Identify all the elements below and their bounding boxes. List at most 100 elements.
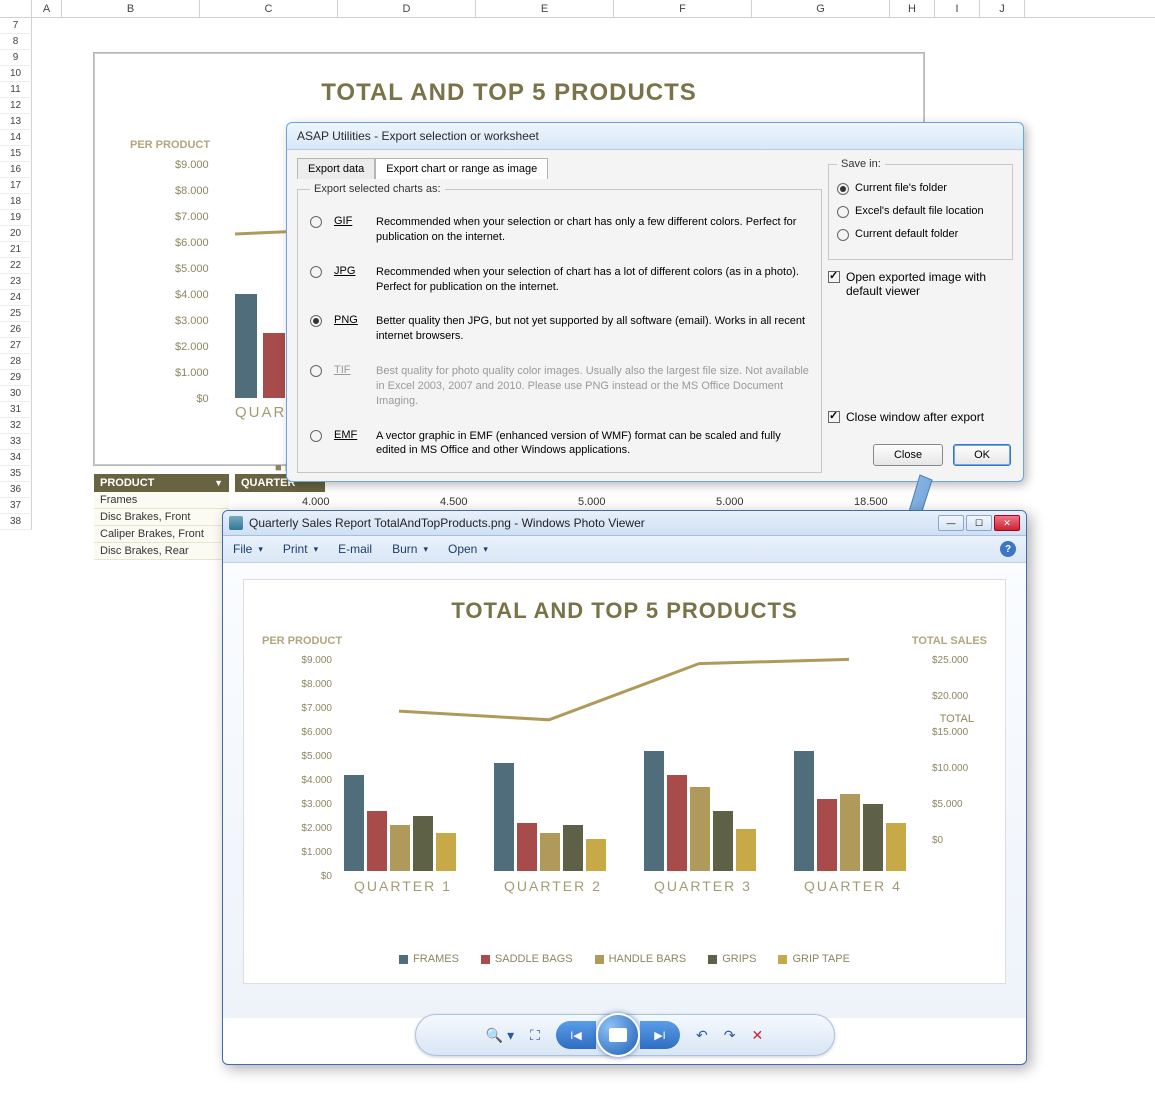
column-header[interactable]: J (980, 0, 1025, 18)
table-cell[interactable]: 4.500 (440, 496, 468, 508)
minimize-button[interactable]: ― (938, 515, 964, 531)
row-header[interactable]: 24 (0, 290, 32, 306)
bar-grip-tape (886, 823, 906, 871)
row-header[interactable]: 28 (0, 354, 32, 370)
row-header[interactable]: 25 (0, 306, 32, 322)
row-header[interactable]: 29 (0, 370, 32, 386)
previous-button[interactable]: I◀ (556, 1021, 596, 1049)
fit-icon[interactable]: ⛶ (530, 1027, 540, 1044)
slideshow-button[interactable] (596, 1013, 640, 1057)
row-header[interactable]: 33 (0, 434, 32, 450)
format-option-gif[interactable]: GIFRecommended when your selection or ch… (310, 215, 809, 245)
row-header[interactable]: 10 (0, 66, 32, 82)
close-after-option[interactable]: Close window after export (828, 410, 1013, 424)
table-row[interactable]: Disc Brakes, Front (94, 509, 229, 526)
format-option-emf[interactable]: EMFA vector graphic in EMF (enhanced ver… (310, 429, 809, 459)
column-header[interactable]: A (32, 0, 62, 18)
column-header[interactable]: F (614, 0, 752, 18)
radio-icon (310, 365, 322, 377)
zoom-icon[interactable]: 🔍 ▾ (486, 1027, 514, 1044)
column-header[interactable]: I (935, 0, 980, 18)
row-header[interactable]: 12 (0, 98, 32, 114)
help-icon[interactable]: ? (1000, 541, 1016, 557)
next-button[interactable]: ▶I (640, 1021, 680, 1049)
row-header[interactable]: 13 (0, 114, 32, 130)
close-button[interactable]: ✕ (994, 515, 1020, 531)
row-header[interactable]: 9 (0, 50, 32, 66)
rotate-ccw-icon[interactable]: ↶ (696, 1027, 708, 1044)
format-description: Recommended when your selection of chart… (376, 265, 809, 295)
maximize-button[interactable]: ☐ (966, 515, 992, 531)
row-header[interactable]: 15 (0, 146, 32, 162)
column-header[interactable]: B (62, 0, 200, 18)
column-header[interactable]: G (752, 0, 890, 18)
row-header[interactable]: 8 (0, 34, 32, 50)
radio-icon[interactable] (310, 266, 322, 278)
row-header[interactable]: 7 (0, 18, 32, 34)
row-header[interactable]: 31 (0, 402, 32, 418)
bar-group (494, 763, 606, 871)
row-header[interactable]: 19 (0, 210, 32, 226)
radio-icon[interactable] (837, 206, 849, 218)
radio-icon[interactable] (310, 315, 322, 327)
rotate-cw-icon[interactable]: ↷ (724, 1027, 736, 1044)
menu-email[interactable]: E-mail (338, 542, 372, 556)
column-header[interactable]: C (200, 0, 338, 18)
row-header[interactable]: 38 (0, 514, 32, 530)
table-header-product[interactable]: PRODUCT ▼ (94, 474, 229, 492)
row-header[interactable]: 17 (0, 178, 32, 194)
row-header[interactable]: 30 (0, 386, 32, 402)
delete-icon[interactable]: ✕ (751, 1027, 763, 1044)
photo-viewer-titlebar[interactable]: Quarterly Sales Report TotalAndTopProduc… (223, 511, 1026, 536)
row-header[interactable]: 21 (0, 242, 32, 258)
table-cell[interactable]: 18.500 (854, 496, 888, 508)
row-header[interactable]: 14 (0, 130, 32, 146)
menu-open[interactable]: Open (448, 542, 488, 556)
row-header[interactable]: 26 (0, 322, 32, 338)
menu-burn[interactable]: Burn (392, 542, 428, 556)
row-header[interactable]: 36 (0, 482, 32, 498)
tab-export-image[interactable]: Export chart or range as image (375, 158, 548, 179)
tab-export-data[interactable]: Export data (297, 158, 375, 179)
filter-dropdown-icon[interactable]: ▼ (214, 478, 223, 488)
row-header[interactable]: 27 (0, 338, 32, 354)
row-header[interactable]: 35 (0, 466, 32, 482)
row-header[interactable]: 16 (0, 162, 32, 178)
column-header[interactable]: E (476, 0, 614, 18)
checkbox-icon[interactable] (828, 411, 840, 423)
radio-icon[interactable] (310, 430, 322, 442)
bar-grip-tape (586, 839, 606, 871)
table-cell[interactable]: 4.000 (302, 496, 330, 508)
radio-icon[interactable] (837, 229, 849, 241)
row-header[interactable]: 20 (0, 226, 32, 242)
format-option-png[interactable]: PNGBetter quality then JPG, but not yet … (310, 314, 809, 344)
row-header[interactable]: 34 (0, 450, 32, 466)
radio-icon[interactable] (310, 216, 322, 228)
format-option-jpg[interactable]: JPGRecommended when your selection of ch… (310, 265, 809, 295)
row-header[interactable]: 11 (0, 82, 32, 98)
save-option[interactable]: Current file's folder (837, 182, 1004, 195)
row-header[interactable]: 32 (0, 418, 32, 434)
open-viewer-option[interactable]: Open exported image with default viewer (828, 270, 1013, 298)
table-row[interactable]: Caliper Brakes, Front (94, 526, 229, 543)
table-row[interactable]: Disc Brakes, Rear (94, 543, 229, 560)
save-option-label: Current file's folder (855, 182, 947, 194)
row-header[interactable]: 22 (0, 258, 32, 274)
table-row[interactable]: Frames (94, 492, 229, 509)
column-header[interactable]: H (890, 0, 935, 18)
save-option[interactable]: Current default folder (837, 228, 1004, 241)
row-header[interactable]: 18 (0, 194, 32, 210)
menu-file[interactable]: File (233, 542, 263, 556)
column-header[interactable] (0, 0, 32, 18)
row-header[interactable]: 37 (0, 498, 32, 514)
column-header[interactable]: D (338, 0, 476, 18)
radio-icon[interactable] (837, 183, 849, 195)
checkbox-icon[interactable] (828, 271, 840, 283)
save-option[interactable]: Excel's default file location (837, 205, 1004, 218)
ok-button[interactable]: OK (953, 444, 1011, 466)
table-cell[interactable]: 5.000 (716, 496, 744, 508)
row-header[interactable]: 23 (0, 274, 32, 290)
close-button[interactable]: Close (873, 444, 943, 466)
table-cell[interactable]: 5.000 (578, 496, 606, 508)
menu-print[interactable]: Print (283, 542, 318, 556)
